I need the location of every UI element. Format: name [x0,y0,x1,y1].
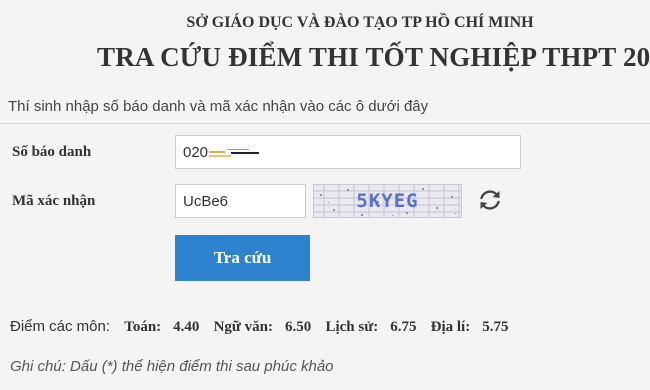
captcha-label: Mã xác nhận [12,193,96,209]
department-heading: SỞ GIÁO DỤC VÀ ĐÀO TẠO TP HỒ CHÍ MINH [186,14,534,31]
subject-math-score: 4.40 [173,319,200,335]
scores-row: Điểm các môn: Toán: 4.40 Ngữ văn: 6.50 Lịc… [10,318,518,336]
subject-literature-score: 6.50 [285,319,312,335]
subject-literature-label: Ngữ văn: [213,319,274,335]
subject-history-label: Lịch sử: [325,319,379,335]
form-instruction: Thí sinh nhập số báo danh và mã xác nhận… [8,98,429,115]
search-button[interactable]: Tra cứu [175,235,310,281]
refresh-icon[interactable] [476,186,504,214]
redaction-marks [209,144,269,160]
captcha-input-value: UcBe6 [183,192,229,210]
subject-geography-score: 5.75 [482,319,509,335]
candidate-number-label: Số báo danh [12,144,92,160]
page-title: TRA CỨU ĐIỂM THI TỐT NGHIỆP THPT 2023 [97,42,650,72]
candidate-number-input[interactable]: 020 [175,135,521,169]
candidate-number-value: 020 [183,143,209,161]
captcha-input[interactable]: UcBe6 [175,184,306,218]
subject-geography-label: Địa lí: [430,319,471,335]
footnote: Ghi chú: Dấu (*) thể hiện điểm thi sau p… [10,358,334,375]
divider [0,123,650,124]
captcha-code: 5KYEG [356,190,419,212]
scores-label: Điểm các môn: [10,318,111,335]
subject-math-label: Toán: [124,319,162,335]
subject-history-score: 6.75 [390,319,417,335]
captcha-image: 5KYEG [313,184,462,218]
